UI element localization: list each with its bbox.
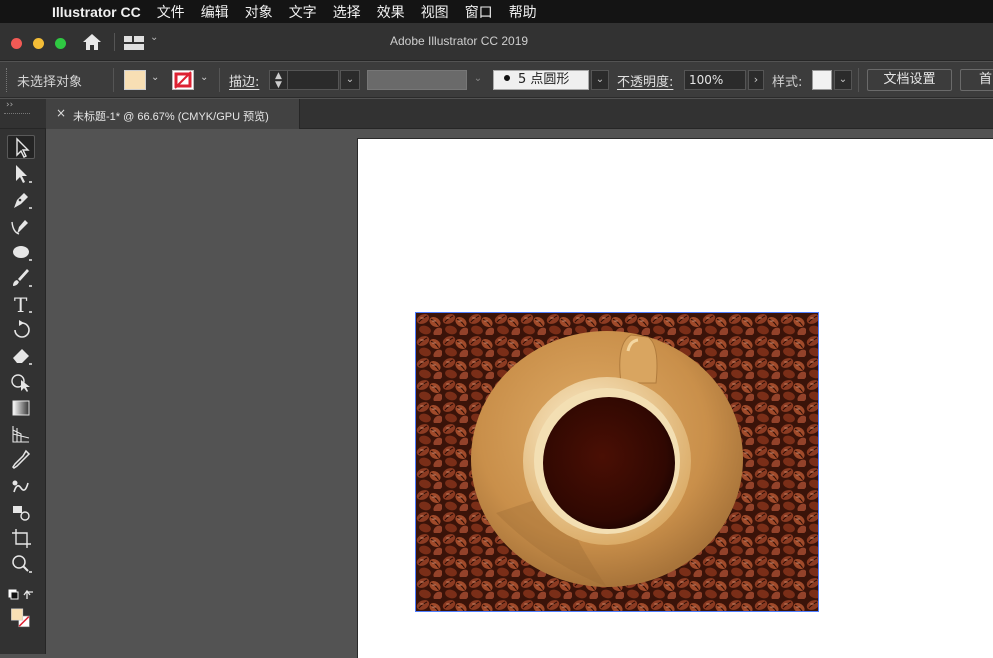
curvature-tool-icon[interactable] bbox=[7, 214, 35, 238]
eraser-tool-icon[interactable] bbox=[7, 344, 35, 368]
title-bar: ⌄ Adobe Illustrator CC 2019 bbox=[0, 23, 993, 61]
swap-fill-stroke-icon[interactable] bbox=[7, 584, 35, 602]
separator bbox=[219, 68, 220, 92]
control-bar-grip[interactable] bbox=[6, 68, 8, 92]
opacity-label[interactable]: 不透明度: bbox=[617, 71, 673, 90]
menu-bar: Illustrator CC 文件 编辑 对象 文字 选择 效果 视图 窗口 帮… bbox=[0, 0, 993, 23]
document-tab[interactable]: × 未标题-1* @ 66.67% (CMYK/GPU 预览) bbox=[46, 99, 300, 129]
svg-text:T: T bbox=[14, 293, 28, 316]
menu-file[interactable]: 文件 bbox=[157, 2, 185, 22]
pen-tool-icon[interactable] bbox=[7, 188, 35, 212]
variable-width-profile[interactable] bbox=[367, 70, 467, 90]
opacity-input[interactable]: 100% bbox=[684, 70, 746, 90]
menu-view[interactable]: 视图 bbox=[421, 2, 449, 22]
fill-color-swatch[interactable] bbox=[124, 70, 146, 90]
chevron-down-icon[interactable]: ⌄ bbox=[151, 72, 159, 83]
stroke-weight-dropdown[interactable]: ⌄ bbox=[340, 70, 360, 90]
paintbrush-tool-icon[interactable] bbox=[7, 266, 35, 290]
document-tab-bar: ›› × 未标题-1* @ 66.67% (CMYK/GPU 预览) bbox=[0, 99, 993, 129]
stroke-label[interactable]: 描边: bbox=[229, 71, 259, 90]
style-label: 样式: bbox=[772, 75, 803, 90]
menu-edit[interactable]: 编辑 bbox=[201, 2, 229, 22]
stroke-color-swatch[interactable] bbox=[172, 70, 194, 90]
zoom-tool-icon[interactable] bbox=[7, 552, 35, 576]
brush-dropdown[interactable]: ⌄ bbox=[591, 70, 609, 90]
stroke-weight-stepper[interactable]: ▲ ▼ bbox=[269, 70, 287, 90]
menu-type[interactable]: 文字 bbox=[289, 2, 317, 22]
menu-effect[interactable]: 效果 bbox=[377, 2, 405, 22]
selection-status: 未选择对象 bbox=[17, 75, 83, 90]
chevron-down-icon[interactable]: ⌄ bbox=[200, 72, 208, 83]
close-icon[interactable]: × bbox=[56, 106, 66, 120]
app-name-menu[interactable]: Illustrator CC bbox=[52, 4, 141, 20]
collapse-panel-icon[interactable]: ›› bbox=[6, 100, 13, 110]
brush-label: 5 点圆形 bbox=[518, 72, 570, 87]
selection-tool-icon[interactable] bbox=[7, 135, 35, 159]
placed-coffee-image[interactable] bbox=[415, 312, 819, 612]
brush-definition-field[interactable]: 5 点圆形 bbox=[493, 70, 589, 90]
window-title: Adobe Illustrator CC 2019 bbox=[390, 34, 529, 48]
menu-object[interactable]: 对象 bbox=[245, 2, 273, 22]
artboard-tool-icon[interactable] bbox=[7, 526, 35, 550]
perspective-grid-tool-icon[interactable] bbox=[7, 422, 35, 446]
separator bbox=[858, 68, 859, 92]
brush-dot-icon bbox=[504, 75, 510, 81]
separator bbox=[113, 68, 114, 92]
document-tab-title: 未标题-1* @ 66.67% (CMYK/GPU 预览) bbox=[73, 111, 269, 123]
preferences-button[interactable]: 首 bbox=[960, 69, 993, 91]
ellipse-tool-icon[interactable] bbox=[7, 240, 35, 264]
blend-tool-icon[interactable] bbox=[7, 474, 35, 498]
symbol-sprayer-tool-icon[interactable] bbox=[7, 500, 35, 524]
gradient-tool-icon[interactable] bbox=[7, 396, 35, 420]
variable-width-dropdown[interactable]: ⌄ bbox=[468, 70, 488, 90]
document-setup-button[interactable]: 文档设置 bbox=[867, 69, 952, 91]
fill-stroke-indicator[interactable] bbox=[7, 607, 35, 647]
menu-select[interactable]: 选择 bbox=[333, 2, 361, 22]
shape-builder-tool-icon[interactable] bbox=[7, 370, 35, 394]
type-tool-icon[interactable]: T bbox=[7, 292, 35, 317]
menu-help[interactable]: 帮助 bbox=[509, 2, 537, 22]
panel-grip[interactable] bbox=[4, 113, 30, 115]
graphic-style-swatch[interactable] bbox=[812, 70, 832, 90]
menu-window[interactable]: 窗口 bbox=[465, 2, 493, 22]
control-bar: 未选择对象 ⌄ ⌄ 描边: ▲ ▼ ⌄ ⌄ 5 点圆形 ⌄ 不透明度: 100% … bbox=[0, 62, 993, 98]
tools-panel: T bbox=[0, 129, 46, 654]
style-dropdown[interactable]: ⌄ bbox=[834, 70, 852, 90]
eyedropper-tool-icon[interactable] bbox=[7, 448, 35, 472]
rotate-tool-icon[interactable] bbox=[7, 318, 35, 342]
chevron-right-icon[interactable]: › bbox=[748, 70, 764, 90]
direct-selection-tool-icon[interactable] bbox=[7, 162, 35, 186]
stroke-weight-input[interactable] bbox=[287, 70, 339, 90]
